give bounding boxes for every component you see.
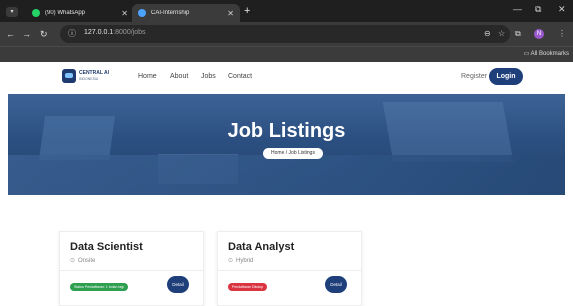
url-text: 127.0.0.1:8000/jobs	[84, 29, 146, 36]
extensions-icon[interactable]: ⧉	[515, 28, 521, 40]
browser-tab-bar: ▾ (90) WhatsApp ✕ CAI-Internship ✕ + — ⧉…	[0, 0, 573, 22]
page-title: Job Listings	[227, 120, 346, 142]
hero-desk-image	[8, 155, 565, 195]
tab-title: (90) WhatsApp	[45, 10, 86, 16]
job-card: Data Scientist ⊙ Onsite Status Pendaftara…	[59, 231, 204, 306]
browser-toolbar: ← → ↻ ⓘ 127.0.0.1:8000/jobs ⊖ ☆ ⧉ N ⋮	[0, 22, 573, 46]
site-navbar: CENTRAL AI INDONESIA Home About Jobs Con…	[0, 62, 573, 94]
breadcrumb[interactable]: Home / Job Listings	[263, 148, 323, 159]
job-card: Data Analyst ⊙ Hybrid Pendaftaran Ditutup…	[217, 231, 362, 306]
tab-title: CAI-Internship	[151, 10, 190, 16]
nav-about[interactable]: About	[170, 73, 188, 80]
folder-icon: ▭	[523, 51, 531, 57]
detail-button[interactable]: Detail	[167, 276, 189, 293]
new-tab-button[interactable]: +	[244, 5, 250, 17]
nav-home[interactable]: Home	[138, 73, 157, 80]
restore-icon[interactable]: ⧉	[535, 4, 541, 15]
minimize-icon[interactable]: —	[513, 4, 522, 14]
status-badge: Status Pendaftaran: 1 bulan lagi	[70, 283, 128, 291]
tab-search-button[interactable]: ▾	[6, 7, 18, 17]
profile-avatar[interactable]: N	[534, 29, 544, 39]
nav-contact[interactable]: Contact	[228, 73, 252, 80]
location-pin-icon: ⊙	[70, 258, 76, 264]
job-title: Data Scientist	[70, 241, 143, 253]
menu-icon[interactable]: ⋮	[558, 28, 566, 40]
divider	[218, 270, 361, 271]
job-location: Hybrid	[236, 258, 254, 264]
window-close-icon[interactable]: ✕	[558, 4, 566, 15]
site-logo[interactable]: CENTRAL AI INDONESIA	[62, 69, 109, 83]
bookmarks-bar: ▭ All Bookmarks	[0, 46, 573, 62]
register-link[interactable]: Register	[461, 73, 487, 80]
back-icon[interactable]: ←	[6, 28, 15, 40]
location-pin-icon: ⊙	[228, 258, 234, 264]
hero-banner: Job Listings Home / Job Listings	[8, 94, 565, 195]
close-icon[interactable]: ✕	[121, 9, 128, 18]
job-location: Onsite	[78, 258, 96, 264]
forward-icon[interactable]: →	[22, 28, 31, 40]
bookmark-star-icon[interactable]: ☆	[498, 28, 505, 40]
site-info-icon[interactable]: ⓘ	[66, 28, 78, 40]
login-button[interactable]: Login	[489, 68, 523, 85]
divider	[60, 270, 203, 271]
detail-button[interactable]: Detail	[325, 276, 347, 293]
status-badge: Pendaftaran Ditutup	[228, 283, 268, 291]
tab-whatsapp[interactable]: (90) WhatsApp ✕	[26, 4, 134, 22]
web-page: CENTRAL AI INDONESIA Home About Jobs Con…	[0, 62, 573, 306]
nav-jobs[interactable]: Jobs	[201, 73, 216, 80]
whatsapp-icon	[32, 9, 40, 17]
all-bookmarks-button[interactable]: ▭ All Bookmarks	[524, 50, 569, 57]
job-title: Data Analyst	[228, 241, 295, 253]
address-bar[interactable]: ⓘ 127.0.0.1:8000/jobs ⊖ ☆	[60, 25, 510, 43]
zoom-icon[interactable]: ⊖	[484, 28, 491, 40]
close-icon[interactable]: ✕	[227, 9, 234, 18]
logo-icon	[62, 69, 76, 83]
logo-subtext: INDONESIA	[79, 77, 99, 81]
tab-cai-internship[interactable]: CAI-Internship ✕	[132, 4, 240, 22]
site-icon	[138, 9, 146, 17]
reload-icon[interactable]: ↻	[40, 28, 48, 40]
